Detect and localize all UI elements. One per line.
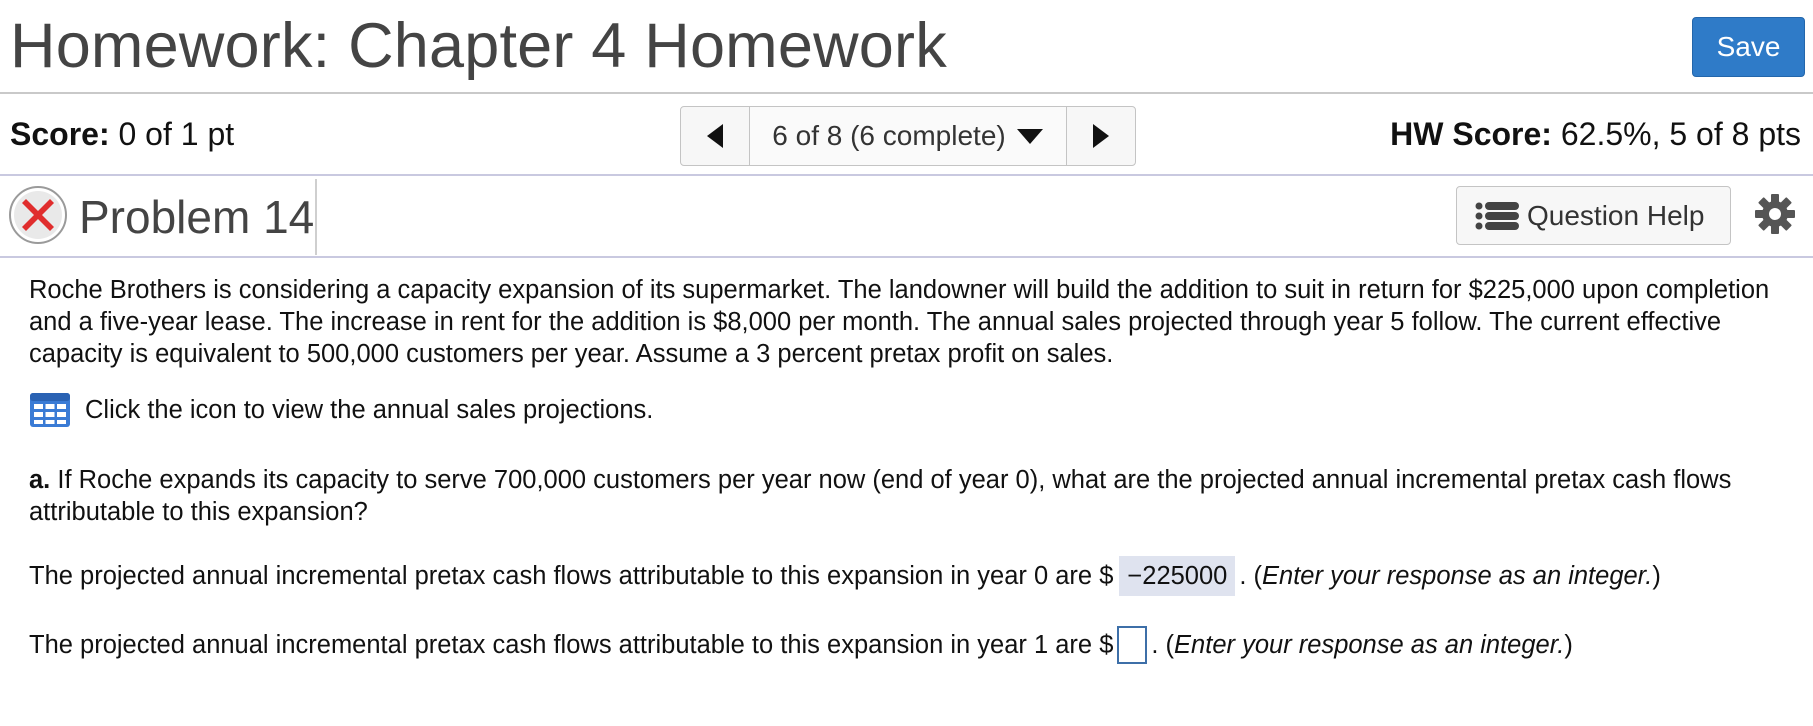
hw-score: HW Score: 62.5%, 5 of 8 pts [1390, 115, 1801, 153]
hw-score-value: 62.5%, 5 of 8 pts [1560, 116, 1801, 152]
question-navigator: 6 of 8 (6 complete) [680, 106, 1136, 166]
homework-page: Homework: Chapter 4 Homework Save Score:… [0, 0, 1813, 726]
score-value: 0 of 1 pt [118, 116, 235, 152]
previous-question-button[interactable] [681, 107, 750, 165]
gear-icon[interactable] [1754, 193, 1796, 235]
save-button[interactable]: Save [1692, 17, 1805, 77]
part-a-question: a. If Roche expands its capacity to serv… [29, 464, 1799, 528]
hw-score-label: HW Score: [1390, 116, 1552, 152]
sales-projection-link-row: Click the icon to view the annual sales … [29, 392, 653, 428]
triangle-right-icon [1093, 124, 1109, 148]
part-a-label: a. [29, 466, 51, 494]
question-help-button[interactable]: Question Help [1456, 186, 1731, 245]
title-bar: Homework: Chapter 4 Homework Save [0, 0, 1813, 94]
year-1-hint: . (Enter your response as an integer.) [1151, 631, 1573, 659]
list-icon [1475, 201, 1521, 231]
red-x-circle-icon [9, 186, 67, 244]
caret-down-icon [1016, 129, 1043, 144]
year-0-answer-line: The projected annual incremental pretax … [29, 556, 1661, 596]
divider [315, 179, 317, 255]
problem-content: Roche Brothers is considering a capacity… [29, 274, 1799, 664]
sales-projection-instruction: Click the icon to view the annual sales … [85, 396, 654, 424]
year-0-hint: . (Enter your response as an integer.) [1239, 562, 1661, 590]
question-position: 6 of 8 (6 complete) [772, 120, 1006, 151]
part-a-text: If Roche expands its capacity to serve 7… [29, 466, 1732, 526]
data-table-icon[interactable] [29, 392, 71, 428]
problem-title: Problem 14 [79, 191, 315, 243]
score-label: Score: [10, 116, 110, 152]
triangle-left-icon [707, 124, 723, 148]
year-1-prompt: The projected annual incremental pretax … [29, 631, 1114, 659]
question-selector-dropdown[interactable]: 6 of 8 (6 complete) [750, 107, 1066, 165]
year-0-answer-field[interactable]: −225000 [1119, 556, 1236, 596]
question-score: Score: 0 of 1 pt [10, 115, 234, 153]
page-title: Homework: Chapter 4 Homework [10, 11, 947, 81]
score-bar: Score: 0 of 1 pt 6 of 8 (6 complete) HW … [0, 94, 1813, 176]
year-1-answer-line: The projected annual incremental pretax … [29, 626, 1573, 664]
problem-statement: Roche Brothers is considering a capacity… [29, 276, 1770, 368]
problem-bar: Problem 14 Question Help [0, 176, 1813, 258]
year-1-answer-input[interactable] [1117, 626, 1148, 664]
year-0-prompt: The projected annual incremental pretax … [29, 562, 1114, 590]
question-help-label: Question Help [1527, 199, 1705, 231]
next-question-button[interactable] [1066, 107, 1135, 165]
